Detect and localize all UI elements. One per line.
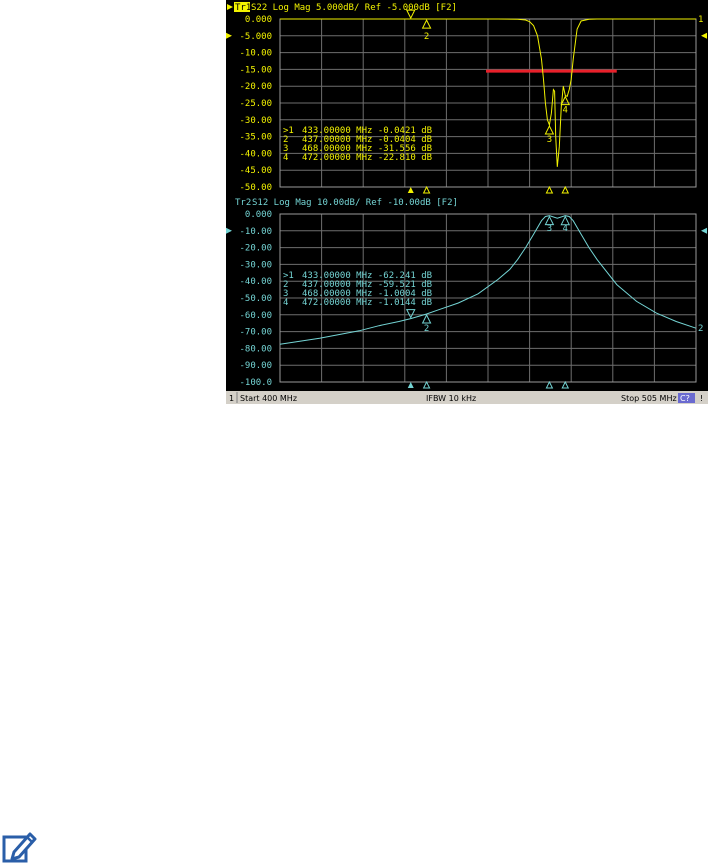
marker-active-triangle (405, 309, 416, 319)
marker-position-indicator-active (407, 382, 414, 388)
y-tick-label: -80.00 (239, 344, 272, 354)
y-tick-label: -100.0 (239, 378, 272, 388)
marker-position-indicator (561, 185, 570, 194)
marker-id: 2 (424, 32, 429, 42)
y-tick-label: -60.00 (239, 311, 272, 321)
y-tick-label: -40.00 (239, 277, 272, 287)
y-tick-label: -50.00 (239, 183, 272, 193)
y-tick-label: -90.00 (239, 361, 272, 371)
marker-readout-prefix: 4 (283, 298, 288, 308)
marker-position-indicator (545, 380, 554, 389)
status-start: Start 400 MHz (240, 394, 297, 403)
y-tick-label: -30.00 (239, 260, 272, 270)
active-trace-pointer (227, 4, 233, 10)
ref-level-pointer-right (701, 32, 707, 39)
vna-screen: Tr1 S22 Log Mag 5.000dB/ Ref -5.000dB [F… (226, 0, 708, 404)
ref-level-pointer-left (226, 32, 232, 39)
y-tick-label: -15.00 (239, 65, 272, 75)
marker-id: 2 (424, 324, 429, 334)
note-pencil-icon (2, 832, 37, 863)
y-tick-label: 0.000 (245, 15, 272, 25)
y-tick-label: 0.000 (245, 210, 272, 220)
y-tick-label: -5.000 (239, 32, 272, 42)
y-tick-label: -10.00 (239, 49, 272, 59)
y-tick-label: -20.00 (239, 82, 272, 92)
status-channel: 1 (229, 394, 234, 403)
marker-readout: 472.00000 MHz -1.0144 dB (302, 298, 432, 308)
marker-readout-prefix: 4 (283, 153, 288, 163)
trace-end-label: 1 (698, 15, 703, 25)
y-tick-label: -50.00 (239, 294, 272, 304)
ref-level-pointer-left (226, 227, 232, 234)
marker-id: 4 (563, 106, 568, 116)
y-tick-label: -25.00 (239, 99, 272, 109)
y-tick-label: -45.00 (239, 166, 272, 176)
marker-readout: 472.00000 MHz -22.810 dB (302, 153, 432, 163)
y-tick-label: -70.00 (239, 328, 272, 338)
y-tick-label: -30.00 (239, 116, 272, 126)
trace-end-label: 2 (698, 324, 703, 334)
marker-triangle (421, 313, 432, 324)
marker-id: 3 (547, 224, 552, 234)
trace-tag: Tr1 (235, 3, 251, 13)
marker-id: 4 (563, 224, 568, 234)
status-ifbw: IFBW 10 kHz (426, 394, 476, 403)
marker-id: 3 (547, 135, 552, 145)
marker-position-indicator (422, 185, 431, 194)
trace-header: S22 Log Mag 5.000dB/ Ref -5.000dB [F2] (251, 3, 457, 13)
y-tick-label: -40.00 (239, 149, 272, 159)
calibration-badge: C? (680, 394, 690, 403)
trace-tag: Tr2 (235, 198, 251, 208)
y-tick-label: -20.00 (239, 244, 272, 254)
status-stop: Stop 505 MHz (621, 394, 677, 403)
marker-position-indicator-active (407, 187, 414, 193)
ref-level-pointer-right (701, 227, 707, 234)
marker-position-indicator (422, 380, 431, 389)
marker-triangle (544, 124, 555, 135)
y-tick-label: -35.00 (239, 133, 272, 143)
marker-triangle (421, 19, 432, 29)
trace-header: S12 Log Mag 10.00dB/ Ref -10.00dB [F2] (252, 198, 458, 208)
marker-position-indicator (561, 380, 570, 389)
status-alert: ! (700, 394, 703, 403)
marker-position-indicator (545, 185, 554, 194)
y-tick-label: -10.00 (239, 227, 272, 237)
vna-display: Tr1 S22 Log Mag 5.000dB/ Ref -5.000dB [F… (226, 2, 708, 404)
